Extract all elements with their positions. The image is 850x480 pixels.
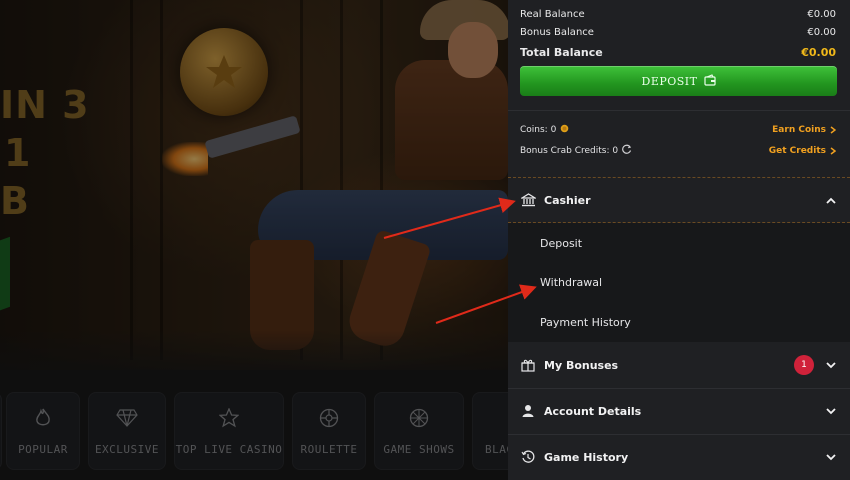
chevron-right-icon [830,126,836,134]
chevron-up-icon [826,197,836,204]
total-balance-value: €0.00 [801,46,836,59]
bonus-balance-label: Bonus Balance [520,27,594,38]
credits-icon [622,144,632,157]
user-icon [520,403,536,419]
credits-row: Bonus Crab Credits: 0 Get Credits [520,144,836,157]
bonus-balance-value: €0.00 [807,27,836,38]
bank-icon [520,192,536,208]
menu-cashier-label: Cashier [544,193,591,207]
real-balance-row: Real Balance €0.00 [520,9,836,20]
bonus-count-badge: 1 [794,355,814,375]
chevron-down-icon [826,407,836,414]
wallet-icon [703,73,716,89]
chevron-down-icon [826,453,836,460]
real-balance-value: €0.00 [807,9,836,20]
deposit-button[interactable]: DEPOSIT [520,66,837,96]
real-balance-label: Real Balance [520,9,585,20]
menu-game-history-label: Game History [544,450,629,464]
submenu-payment-history[interactable]: Payment History [540,316,631,329]
cashier-submenu: Deposit Withdrawal Payment History [508,223,850,342]
chevron-down-icon [826,361,836,368]
credits-label: Bonus Crab Credits: 0 [520,145,619,156]
get-credits-label: Get Credits [768,145,826,156]
coins-row: Coins: 0 Earn Coins [520,124,836,136]
deposit-button-label: DEPOSIT [641,74,698,88]
menu-account-details-label: Account Details [544,404,642,418]
total-balance-row: Total Balance €0.00 [520,46,836,59]
account-panel: Real Balance €0.00 Bonus Balance €0.00 T… [508,0,850,480]
get-credits-link[interactable]: Get Credits [769,146,836,156]
coins-label: Coins: 0 [520,125,557,135]
submenu-withdrawal[interactable]: Withdrawal [540,276,602,289]
menu-account-details[interactable]: Account Details [508,389,850,433]
menu-my-bonuses-label: My Bonuses [544,358,619,372]
earn-coins-link[interactable]: Earn Coins [772,125,836,135]
coin-icon [560,124,569,136]
earn-coins-label: Earn Coins [772,125,826,135]
overlay-dim[interactable] [0,0,508,480]
menu-game-history[interactable]: Game History [508,435,850,479]
history-icon [520,449,536,465]
chevron-right-icon [830,146,836,155]
menu-my-bonuses[interactable]: My Bonuses 1 [508,343,850,387]
bonus-balance-row: Bonus Balance €0.00 [520,27,836,38]
submenu-deposit[interactable]: Deposit [540,237,582,250]
total-balance-label: Total Balance [520,46,603,59]
menu-cashier[interactable]: Cashier [508,178,850,222]
gift-icon [520,357,536,373]
